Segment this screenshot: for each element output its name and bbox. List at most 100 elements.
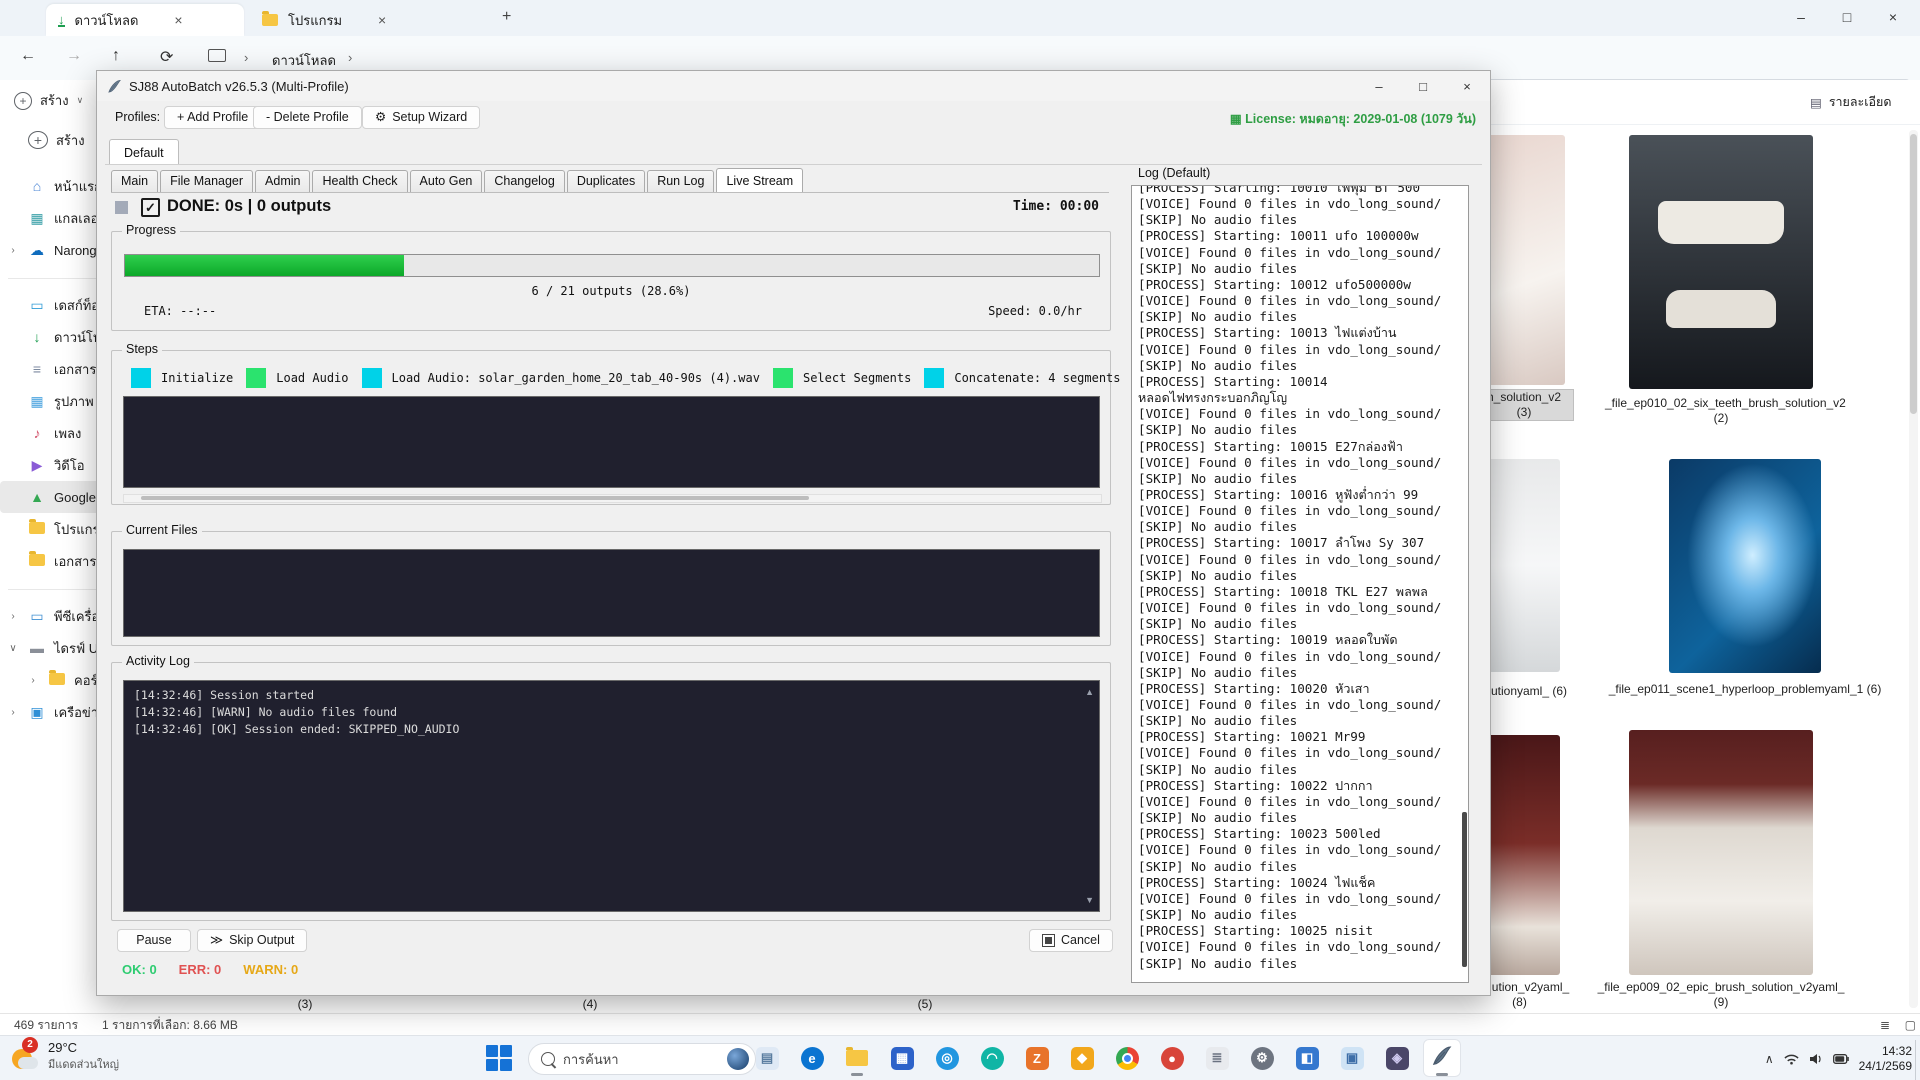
steps-horizontal-scrollbar[interactable] (123, 494, 1102, 503)
explorer-tab-downloads[interactable]: ↓ ดาวน์โหลด × (46, 4, 244, 36)
taskbar-app-settings[interactable]: ⚙ (1243, 1039, 1281, 1077)
refresh-icon[interactable]: ⟳ (160, 47, 173, 67)
dialog-close-button[interactable]: × (1445, 71, 1489, 101)
step-color-swatch (131, 368, 151, 388)
wifi-icon[interactable] (1784, 1053, 1799, 1065)
view-thumbnail-icon[interactable]: ▢ (1905, 1018, 1916, 1032)
breadcrumb-chevron-icon[interactable]: › (348, 50, 352, 65)
dialog-minimize-button[interactable]: – (1357, 71, 1401, 101)
expander-chevron-icon[interactable]: › (6, 245, 20, 256)
scrollbar-thumb[interactable] (141, 496, 809, 500)
tab-admin[interactable]: Admin (255, 170, 310, 192)
taskbar-app-edge[interactable]: e (793, 1039, 831, 1077)
scroll-down-icon[interactable]: ▼ (1085, 895, 1094, 905)
taskbar-app-notepad[interactable]: ≣ (1198, 1039, 1236, 1077)
back-icon[interactable]: ← (20, 47, 36, 65)
file-thumbnail[interactable] (1669, 459, 1821, 673)
window-close-button[interactable]: × (1870, 0, 1916, 34)
feather-icon (1431, 1045, 1453, 1072)
explorer-tab-programs[interactable]: โปรแกรม × (250, 4, 480, 36)
profile-tab-default[interactable]: Default (109, 139, 179, 165)
view-list-icon[interactable]: ≣ (1880, 1018, 1890, 1032)
taskbar-app-app-red[interactable]: ● (1153, 1039, 1191, 1077)
volume-icon[interactable] (1809, 1053, 1823, 1065)
forward-icon[interactable]: → (66, 47, 82, 65)
clock-date: 24/1/2569 (1859, 1059, 1912, 1074)
calendar-icon: ▦ (1230, 112, 1242, 126)
taskbar-app-app-teal[interactable]: ◠ (973, 1039, 1011, 1077)
dialog-maximize-button[interactable]: □ (1401, 71, 1445, 101)
start-button[interactable] (486, 1045, 512, 1071)
taskbar-app-app-amber[interactable]: ◆ (1063, 1039, 1101, 1077)
tab-run-log[interactable]: Run Log (647, 170, 714, 192)
taskbar-clock[interactable]: 14:32 24/1/2569 (1859, 1044, 1912, 1074)
taskbar-search[interactable]: การค้นหา (528, 1043, 756, 1075)
battery-icon[interactable] (1833, 1054, 1849, 1064)
expander-chevron-icon[interactable]: › (6, 707, 20, 718)
taskbar-app-app-blue[interactable]: ◧ (1288, 1039, 1326, 1077)
step-color-swatch (246, 368, 266, 388)
taskbar-app-app-blue-circle[interactable]: ◎ (928, 1039, 966, 1077)
taskbar-app-store[interactable]: ▦ (883, 1039, 921, 1077)
taskbar-app-photos[interactable]: ▣ (1333, 1039, 1371, 1077)
tab-file-manager[interactable]: File Manager (160, 170, 253, 192)
taskbar-app-chrome[interactable] (1108, 1039, 1146, 1077)
cancel-label: Cancel (1061, 934, 1100, 947)
weather-widget[interactable]: 2 29°C มีแดดส่วนใหญ่ (8, 1040, 119, 1073)
explorer-scrollbar[interactable] (1909, 130, 1918, 1008)
delete-profile-button[interactable]: - Delete Profile (253, 106, 362, 129)
taskbar-app-autobatch-feather[interactable] (1423, 1039, 1461, 1077)
pause-button[interactable]: Pause (117, 929, 191, 952)
window-minimize-button[interactable]: – (1778, 0, 1824, 34)
file-caption[interactable]: _file_ep010_02_six_teeth_brush_solution_… (1605, 396, 1837, 426)
step-color-swatch (773, 368, 793, 388)
close-tab-icon[interactable]: × (378, 12, 386, 28)
scrollbar-thumb[interactable] (1462, 812, 1467, 967)
taskbar-app-widgets-app[interactable]: ▤ (748, 1039, 786, 1077)
activity-log-console[interactable]: [14:32:46] Session started [14:32:46] [W… (123, 680, 1100, 912)
chevron-up-icon[interactable]: ∧ (1765, 1052, 1774, 1066)
up-icon[interactable]: ↑ (112, 47, 120, 65)
selection-info: 1 รายการที่เลือก: 8.66 MB (102, 1016, 238, 1035)
window-maximize-button[interactable]: □ (1824, 0, 1870, 34)
file-caption-fragment[interactable]: (5) (900, 997, 950, 1012)
tab-auto-gen[interactable]: Auto Gen (410, 170, 483, 192)
file-caption[interactable]: _file_ep011_scene1_hyperloop_problemyaml… (1600, 682, 1890, 697)
tab-changelog[interactable]: Changelog (484, 170, 564, 192)
license-text: License: หมดอายุ: 2029-01-08 (1079 วัน) (1245, 112, 1476, 126)
show-desktop-button[interactable] (1915, 1040, 1920, 1080)
setup-wizard-button[interactable]: ⚙ Setup Wizard (362, 106, 480, 129)
tab-main[interactable]: Main (111, 170, 158, 192)
tab-health-check[interactable]: Health Check (312, 170, 407, 192)
steps-canvas (123, 396, 1100, 488)
log-panel[interactable]: [PROCESS] Starting: 10010 ไฟพุ่ม Bf 500 … (1131, 185, 1469, 983)
tab-duplicates[interactable]: Duplicates (567, 170, 645, 192)
file-thumbnail[interactable] (1629, 135, 1813, 389)
new-tab-button[interactable]: + (502, 8, 511, 26)
details-toggle-button[interactable]: ▤ รายละเอียด (1810, 92, 1891, 112)
scrollbar-thumb[interactable] (1910, 134, 1917, 414)
step-label: Select Segments (803, 371, 911, 385)
new-button[interactable]: + สร้าง ∨ (14, 90, 83, 111)
skip-output-button[interactable]: ≫ Skip Output (197, 929, 307, 952)
taskbar-app-file-explorer[interactable] (838, 1039, 876, 1077)
taskbar-app-app-dark-purple[interactable]: ◈ (1378, 1039, 1416, 1077)
taskbar-app-app-orange-z[interactable]: Z (1018, 1039, 1056, 1077)
dialog-title-bar[interactable]: SJ88 AutoBatch v26.5.3 (Multi-Profile) –… (97, 71, 1490, 101)
close-tab-icon[interactable]: × (174, 12, 182, 28)
tab-live-stream[interactable]: Live Stream (716, 168, 803, 192)
file-caption-fragment[interactable]: (4) (565, 997, 615, 1012)
cancel-button[interactable]: Cancel (1029, 929, 1113, 952)
videos-icon: ▶ (28, 457, 46, 474)
file-thumbnail[interactable] (1629, 730, 1813, 975)
scroll-up-icon[interactable]: ▲ (1085, 687, 1094, 697)
expander-chevron-icon[interactable]: ∨ (6, 643, 20, 654)
weather-condition: มีแดดส่วนใหญ่ (48, 1055, 119, 1073)
file-caption[interactable]: _file_ep009_02_epic_brush_solution_v2yam… (1592, 980, 1850, 1010)
file-caption-fragment[interactable]: (3) (280, 997, 330, 1012)
expander-chevron-icon[interactable]: › (6, 611, 20, 622)
expander-chevron-icon[interactable]: › (26, 675, 40, 686)
breadcrumb[interactable]: ดาวน์โหลด (272, 50, 336, 71)
add-profile-button[interactable]: + Add Profile (164, 106, 261, 129)
stop-square-icon[interactable] (115, 201, 128, 214)
